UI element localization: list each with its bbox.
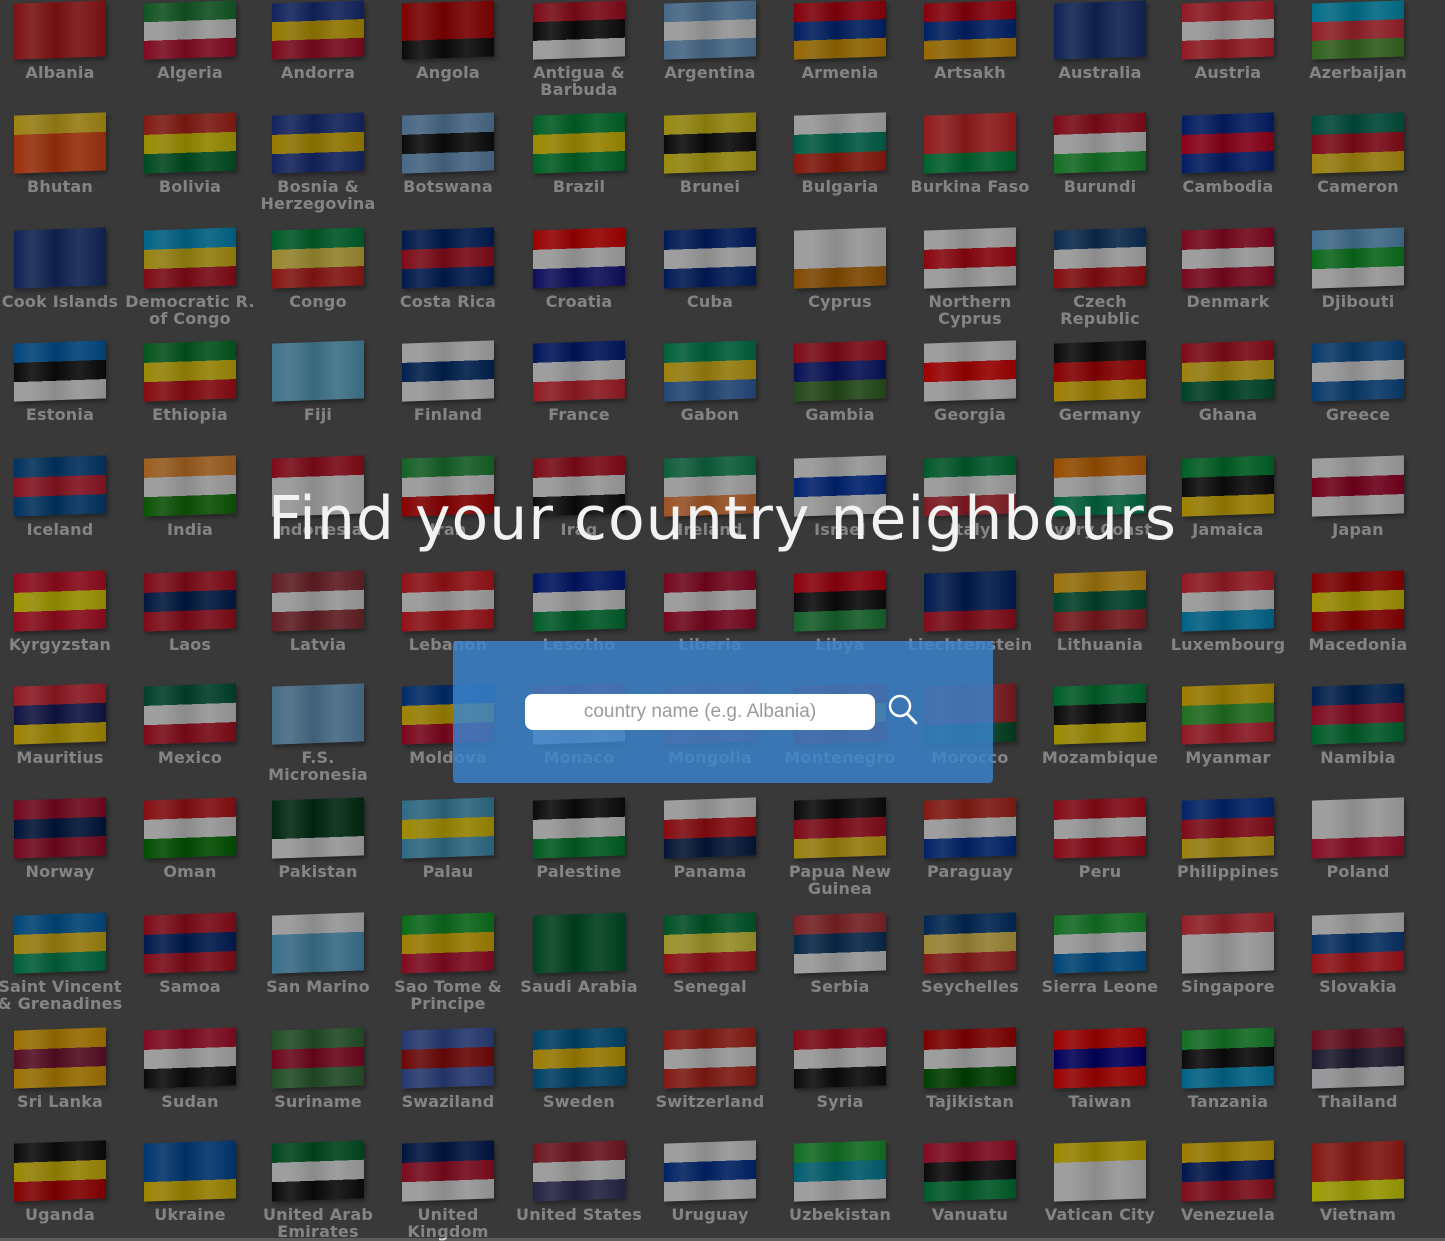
search-input[interactable] — [525, 694, 875, 730]
page-title: Find your country neighbours — [268, 484, 1177, 555]
search-button[interactable] — [883, 691, 923, 731]
search-icon — [888, 694, 918, 724]
search-panel — [453, 641, 993, 783]
dim-overlay — [0, 0, 1445, 1238]
